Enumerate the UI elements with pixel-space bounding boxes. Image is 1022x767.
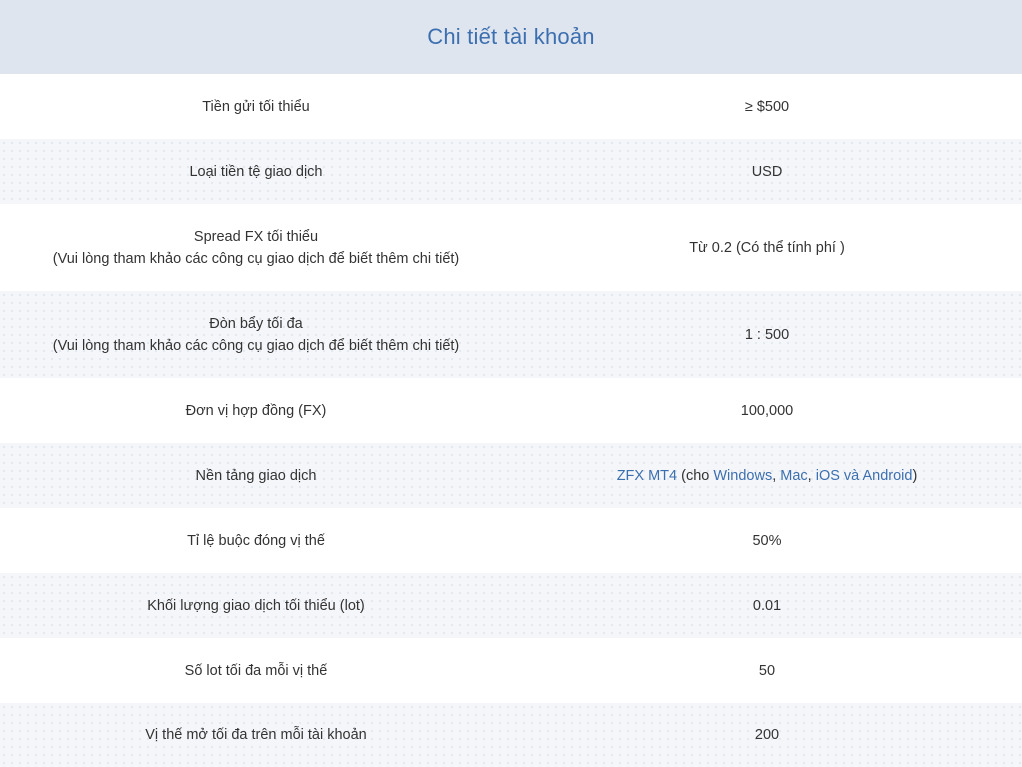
table-row-platform: Nền tảng giao dịch ZFX MT4 (cho Windows,… <box>0 443 1022 508</box>
mac-link[interactable]: Mac <box>780 468 807 484</box>
row-label: Vị thế mở tối đa trên mỗi tài khoản <box>145 727 367 743</box>
row-label: Loại tiền tệ giao dịch <box>189 163 323 180</box>
row-value: ≥ $500 <box>744 98 790 115</box>
row-value: 50% <box>752 532 782 549</box>
ios-android-link[interactable]: iOS và Android <box>816 468 913 484</box>
row-label: Khối lượng giao dịch tối thiểu (lot) <box>147 597 365 614</box>
table-row-stop-out: Tỉ lệ buộc đóng vị thế 50% <box>0 508 1022 573</box>
row-value: ZFX MT4 (cho Windows, Mac, iOS và Androi… <box>512 465 1022 487</box>
row-label: Đòn bẩy tối đa <box>209 315 303 332</box>
row-label: Tiền gửi tối thiểu <box>202 98 310 115</box>
row-value: USD <box>751 163 783 180</box>
table-row-min-deposit: Tiền gửi tối thiểu ≥ $500 <box>0 74 1022 139</box>
table-row-contract-unit: Đơn vị hợp đồng (FX) 100,000 <box>0 378 1022 443</box>
row-value: 100,000 <box>740 402 794 419</box>
zfx-mt4-link[interactable]: ZFX MT4 <box>617 468 677 484</box>
table-row-max-positions: Vị thế mở tối đa trên mỗi tài khoản 200 <box>0 703 1022 767</box>
row-value: 200 <box>754 727 780 743</box>
page-title: Chi tiết tài khoản <box>427 24 595 49</box>
row-label: Tỉ lệ buộc đóng vị thế <box>187 532 325 549</box>
windows-link[interactable]: Windows <box>713 468 772 484</box>
table-row-min-spread: Spread FX tối thiểu (Vui lòng tham khảo … <box>0 204 1022 291</box>
section-header: Chi tiết tài khoản <box>0 0 1022 74</box>
table-row-min-volume: Khối lượng giao dịch tối thiểu (lot) 0.0… <box>0 573 1022 638</box>
row-label: Nền tảng giao dịch <box>195 467 317 484</box>
separator-text: , <box>807 467 816 484</box>
row-note: (Vui lòng tham khảo các công cụ giao dịc… <box>52 250 460 267</box>
platform-text: (cho <box>677 467 714 484</box>
table-row-currency: Loại tiền tệ giao dịch USD <box>0 139 1022 204</box>
row-label-group: Đòn bẩy tối đa (Vui lòng tham khảo các c… <box>0 313 512 357</box>
row-label: Đơn vị hợp đồng (FX) <box>185 402 327 419</box>
row-label-group: Spread FX tối thiểu (Vui lòng tham khảo … <box>0 226 512 270</box>
row-value: 50 <box>758 662 776 679</box>
row-label: Số lot tối đa mỗi vị thế <box>184 662 328 679</box>
row-value: 1 : 500 <box>744 326 790 343</box>
table-row-max-leverage: Đòn bẩy tối đa (Vui lòng tham khảo các c… <box>0 291 1022 378</box>
separator-text: ) <box>912 467 918 484</box>
account-details-table: Tiền gửi tối thiểu ≥ $500 Loại tiền tệ g… <box>0 74 1022 767</box>
table-row-max-lot: Số lot tối đa mỗi vị thế 50 <box>0 638 1022 703</box>
row-value: 0.01 <box>752 597 782 614</box>
row-value: Từ 0.2 (Có thể tính phí ) <box>689 239 845 256</box>
row-label: Spread FX tối thiểu <box>193 228 319 245</box>
row-note: (Vui lòng tham khảo các công cụ giao dịc… <box>52 337 460 354</box>
